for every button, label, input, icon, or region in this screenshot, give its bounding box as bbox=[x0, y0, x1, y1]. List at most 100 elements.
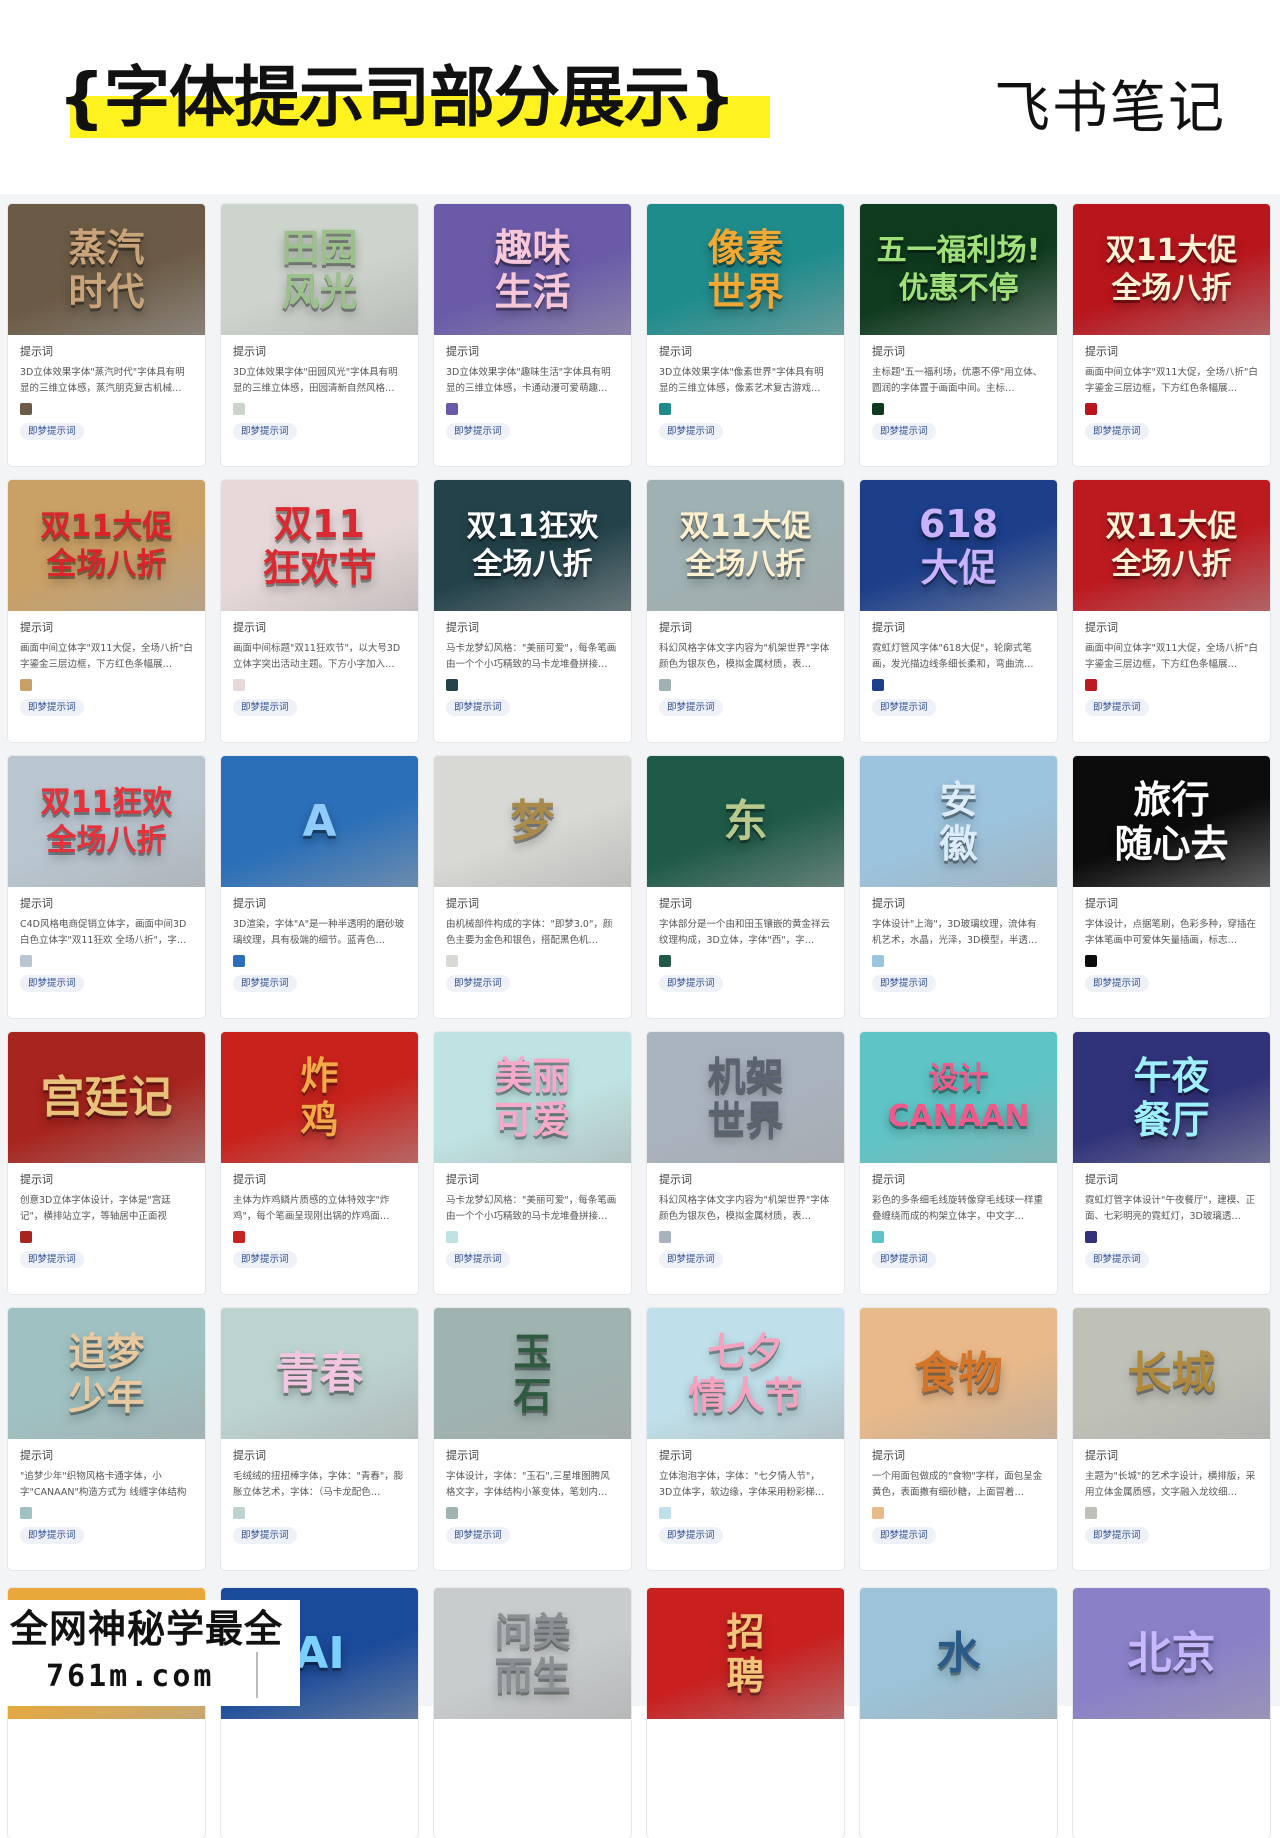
jimeng-prompt-tag[interactable]: 即梦提示词 bbox=[20, 1251, 84, 1268]
prompt-card[interactable]: 玉 石提示词 字体设计，字体："玉石",三星堆图腾风格文字，字体结构小篆变体，笔划… bbox=[434, 1308, 631, 1570]
card-thumbnail[interactable]: 蒸汽 时代 bbox=[8, 204, 205, 335]
prompt-card[interactable]: 梦提示词 由机械部件构成的字体："即梦3.0"，颜色主要为金色和银色，搭配黑色机…… bbox=[434, 756, 631, 1018]
jimeng-prompt-tag[interactable]: 即梦提示词 bbox=[659, 975, 723, 992]
prompt-card[interactable]: 机架 世界 提示词 科幻风格字体文字内容为"机架世界"字体颜色为银灰色，模拟金属材质… bbox=[647, 1032, 844, 1294]
card-thumbnail[interactable]: 玉 石 bbox=[434, 1308, 631, 1439]
card-thumbnail[interactable]: 长城 bbox=[1073, 1308, 1270, 1439]
jimeng-prompt-tag[interactable]: 即梦提示词 bbox=[446, 1527, 510, 1544]
card-thumbnail[interactable]: 双11大促 全场八折 bbox=[8, 480, 205, 611]
card-thumbnail[interactable]: 午夜 餐厅 bbox=[1073, 1032, 1270, 1163]
jimeng-prompt-tag[interactable]: 即梦提示词 bbox=[1085, 1251, 1149, 1268]
card-thumbnail[interactable]: 五一福利场! 优惠不停 bbox=[860, 204, 1057, 335]
card-thumbnail[interactable]: 像素 世界 bbox=[647, 204, 844, 335]
prompt-card[interactable]: 田园 风光 提示词 3D立体效果字体"田园风光"字体具有明显的三维立体感，田园清新自… bbox=[221, 204, 418, 466]
prompt-card[interactable]: 双11狂欢 全场八折 提示词 马卡龙梦幻风格："美丽可爱"，每条笔画由一个个小巧精致… bbox=[434, 480, 631, 742]
prompt-card[interactable]: 炸 鸡提示词 主体为炸鸡鳞片质感的立体特效字"炸鸡"，每个笔画呈现刚出锅的炸鸡面…… bbox=[221, 1032, 418, 1294]
card-thumbnail[interactable]: 宫廷记 bbox=[8, 1032, 205, 1163]
jimeng-prompt-tag[interactable]: 即梦提示词 bbox=[659, 1527, 723, 1544]
jimeng-prompt-tag[interactable]: 即梦提示词 bbox=[1085, 975, 1149, 992]
prompt-card[interactable]: 双11大促 全场八折 提示词 科幻风格字体文字内容为"机架世界"字体颜色为银灰色，模… bbox=[647, 480, 844, 742]
prompt-card[interactable]: 旅行 随心去 提示词 字体设计，点据笔刷，色彩多种，穿插在字体笔画中可爱体矢量插画，… bbox=[1073, 756, 1270, 1018]
prompt-card[interactable]: A 提示词 3D渲染，字体"A"是一种半透明的磨砂玻璃纹理，具有极端的细节。蓝青色…… bbox=[221, 756, 418, 1018]
prompt-card[interactable]: 蒸汽 时代 提示词 3D立体效果字体"蒸汽时代"字体具有明显的三维立体感，蒸汽朋克复… bbox=[8, 204, 205, 466]
card-thumbnail[interactable]: 618 大促 bbox=[860, 480, 1057, 611]
jimeng-prompt-tag[interactable]: 即梦提示词 bbox=[872, 423, 936, 440]
prompt-card[interactable]: 青春 提示词 毛绒绒的扭扭棒字体，字体："青春"，膨胀立体艺术，字体：（马卡龙配色…… bbox=[221, 1308, 418, 1570]
prompt-card[interactable]: 618 大促 提示词 霓虹灯管风字体"618大促"，轮廓式笔画，发光描边线条细长柔和… bbox=[860, 480, 1057, 742]
prompt-card[interactable]: 东提示词 字体部分是一个由和田玉镶嵌的黄金祥云纹理构成，3D立体，字体"西"，字…… bbox=[647, 756, 844, 1018]
card-thumbnail[interactable]: A bbox=[221, 756, 418, 887]
jimeng-prompt-tag[interactable]: 即梦提示词 bbox=[233, 1251, 297, 1268]
card-thumbnail[interactable]: 双11大促 全场八折 bbox=[647, 480, 844, 611]
jimeng-prompt-tag[interactable]: 即梦提示词 bbox=[872, 1527, 936, 1544]
card-info: 提示词 马卡龙梦幻风格："美丽可爱"，每条笔画由一个个小巧精致的马卡龙堆叠拼接… 即… bbox=[434, 611, 631, 716]
jimeng-prompt-tag[interactable]: 即梦提示词 bbox=[1085, 1527, 1149, 1544]
prompt-card[interactable]: 宫廷记提示词创意3D立体字体设计，字体是"宫廷记"，横排站立字，等轴居中正面视图… bbox=[8, 1032, 205, 1294]
prompt-card[interactable]: 设计 CANAAN 提示词 彩色的多条细毛线旋转像穿毛线球一样重叠缠绕而成的构架立体… bbox=[860, 1032, 1057, 1294]
jimeng-prompt-tag[interactable]: 即梦提示词 bbox=[233, 1527, 297, 1544]
card-thumbnail[interactable]: 东 bbox=[647, 756, 844, 887]
jimeng-prompt-tag[interactable]: 即梦提示词 bbox=[659, 423, 723, 440]
jimeng-prompt-tag[interactable]: 即梦提示词 bbox=[446, 975, 510, 992]
jimeng-prompt-tag[interactable]: 即梦提示词 bbox=[233, 699, 297, 716]
card-thumbnail[interactable]: 北京 bbox=[1073, 1588, 1270, 1719]
card-thumbnail[interactable]: 追梦 少年 bbox=[8, 1308, 205, 1439]
thumbnail-lettering: 食物 bbox=[914, 1347, 1003, 1399]
jimeng-prompt-tag[interactable]: 即梦提示词 bbox=[1085, 699, 1149, 716]
card-thumbnail[interactable]: 双11狂欢 全场八折 bbox=[8, 756, 205, 887]
prompt-card[interactable]: 食物 提示词 一个用面包做成的"食物"字样，面包呈金黄色，表面撒有细砂糖，上面冒着…… bbox=[860, 1308, 1057, 1570]
jimeng-prompt-tag[interactable]: 即梦提示词 bbox=[20, 1527, 84, 1544]
prompt-card[interactable]: 双11狂欢 全场八折 提示词 C4D风格电商促销立体字，画面中间3D白色立体字"双1… bbox=[8, 756, 205, 1018]
prompt-card[interactable]: 五一福利场! 优惠不停 提示词 主标题"五一福利场，优惠不停"用立体、圆润的字体置于… bbox=[860, 204, 1057, 466]
prompt-card[interactable]: 像素 世界 提示词 3D立体效果字体"像素世界"字体具有明显的三维立体感，像素艺术复… bbox=[647, 204, 844, 466]
prompt-card[interactable]: 安 徽提示词 字体设计"上海"，3D玻璃纹理，流体有机艺术，水晶，光泽，3D模型，… bbox=[860, 756, 1057, 1018]
card-thumbnail[interactable]: 梦 bbox=[434, 756, 631, 887]
prompt-card[interactable]: 双11大促 全场八折 提示词 画面中间立体字"双11大促，全场八折"白字鎏金三层边框… bbox=[1073, 480, 1270, 742]
prompt-card[interactable]: 长城 提示词 主题为"长城"的艺术字设计，横排版，采用立体金属质感，文字融入龙纹细…… bbox=[1073, 1308, 1270, 1570]
jimeng-prompt-tag[interactable]: 即梦提示词 bbox=[659, 1251, 723, 1268]
card-thumbnail[interactable]: 双11狂欢 全场八折 bbox=[434, 480, 631, 611]
jimeng-prompt-tag[interactable]: 即梦提示词 bbox=[872, 699, 936, 716]
prompt-card[interactable]: 招 聘 bbox=[647, 1588, 844, 1838]
prompt-card[interactable]: 双11大促 全场八折 提示词 画面中间立体字"双11大促，全场八折"白字鎏金三层边框… bbox=[8, 480, 205, 742]
prompt-card[interactable]: 双11 狂欢节 提示词 画面中间标题"双11狂欢节"，以大号3D立体字突出活动主题。… bbox=[221, 480, 418, 742]
card-thumbnail[interactable]: 旅行 随心去 bbox=[1073, 756, 1270, 887]
jimeng-prompt-tag[interactable]: 即梦提示词 bbox=[1085, 423, 1149, 440]
prompt-card[interactable]: 北京 bbox=[1073, 1588, 1270, 1838]
jimeng-prompt-tag[interactable]: 即梦提示词 bbox=[233, 423, 297, 440]
card-thumbnail[interactable]: 七夕 情人节 bbox=[647, 1308, 844, 1439]
card-thumbnail[interactable]: 双11 狂欢节 bbox=[221, 480, 418, 611]
card-thumbnail[interactable]: 设计 CANAAN bbox=[860, 1032, 1057, 1163]
prompt-card[interactable]: 追梦 少年 提示词 "追梦少年"织物风格卡通字体，小字"CANAAN"构造方式为 线… bbox=[8, 1308, 205, 1570]
jimeng-prompt-tag[interactable]: 即梦提示词 bbox=[446, 423, 510, 440]
card-thumbnail[interactable]: 食物 bbox=[860, 1308, 1057, 1439]
jimeng-prompt-tag[interactable]: 即梦提示词 bbox=[872, 1251, 936, 1268]
card-thumbnail[interactable]: 田园 风光 bbox=[221, 204, 418, 335]
jimeng-prompt-tag[interactable]: 即梦提示词 bbox=[233, 975, 297, 992]
card-thumbnail[interactable]: 安 徽 bbox=[860, 756, 1057, 887]
prompt-card[interactable]: 七夕 情人节 提示词 立体泡泡字体，字体："七夕情人节"，3D立体字，软边缘，字体采… bbox=[647, 1308, 844, 1570]
jimeng-prompt-tag[interactable]: 即梦提示词 bbox=[446, 1251, 510, 1268]
card-thumbnail[interactable]: 招 聘 bbox=[647, 1588, 844, 1719]
prompt-card[interactable]: 午夜 餐厅 提示词 霓虹灯管字体设计"午夜餐厅"，建模、正面、七彩明亮的霓虹灯，3D… bbox=[1073, 1032, 1270, 1294]
card-thumbnail[interactable]: 炸 鸡 bbox=[221, 1032, 418, 1163]
jimeng-prompt-tag[interactable]: 即梦提示词 bbox=[20, 423, 84, 440]
card-thumbnail[interactable]: 双11大促 全场八折 bbox=[1073, 204, 1270, 335]
card-thumbnail[interactable]: 问美 而生 bbox=[434, 1588, 631, 1719]
prompt-card[interactable]: 美丽 可爱 提示词 马卡龙梦幻风格："美丽可爱"，每条笔画由一个个小巧精致的马卡龙堆… bbox=[434, 1032, 631, 1294]
jimeng-prompt-tag[interactable]: 即梦提示词 bbox=[659, 699, 723, 716]
prompt-card[interactable]: 双11大促 全场八折 提示词 画面中间立体字"双11大促，全场八折"白字鎏金三层边框… bbox=[1073, 204, 1270, 466]
prompt-card[interactable]: 水 bbox=[860, 1588, 1057, 1838]
prompt-card[interactable]: 趣味 生活 提示词 3D立体效果字体"趣味生活"字体具有明显的三维立体感，卡通动漫可… bbox=[434, 204, 631, 466]
card-thumbnail[interactable]: 机架 世界 bbox=[647, 1032, 844, 1163]
jimeng-prompt-tag[interactable]: 即梦提示词 bbox=[872, 975, 936, 992]
jimeng-prompt-tag[interactable]: 即梦提示词 bbox=[20, 975, 84, 992]
card-thumbnail[interactable]: 水 bbox=[860, 1588, 1057, 1719]
card-thumbnail[interactable]: 青春 bbox=[221, 1308, 418, 1439]
prompt-card[interactable]: 问美 而生 bbox=[434, 1588, 631, 1838]
card-thumbnail[interactable]: 趣味 生活 bbox=[434, 204, 631, 335]
card-thumbnail[interactable]: 美丽 可爱 bbox=[434, 1032, 631, 1163]
jimeng-prompt-tag[interactable]: 即梦提示词 bbox=[20, 699, 84, 716]
jimeng-prompt-tag[interactable]: 即梦提示词 bbox=[446, 699, 510, 716]
card-thumbnail[interactable]: 双11大促 全场八折 bbox=[1073, 480, 1270, 611]
